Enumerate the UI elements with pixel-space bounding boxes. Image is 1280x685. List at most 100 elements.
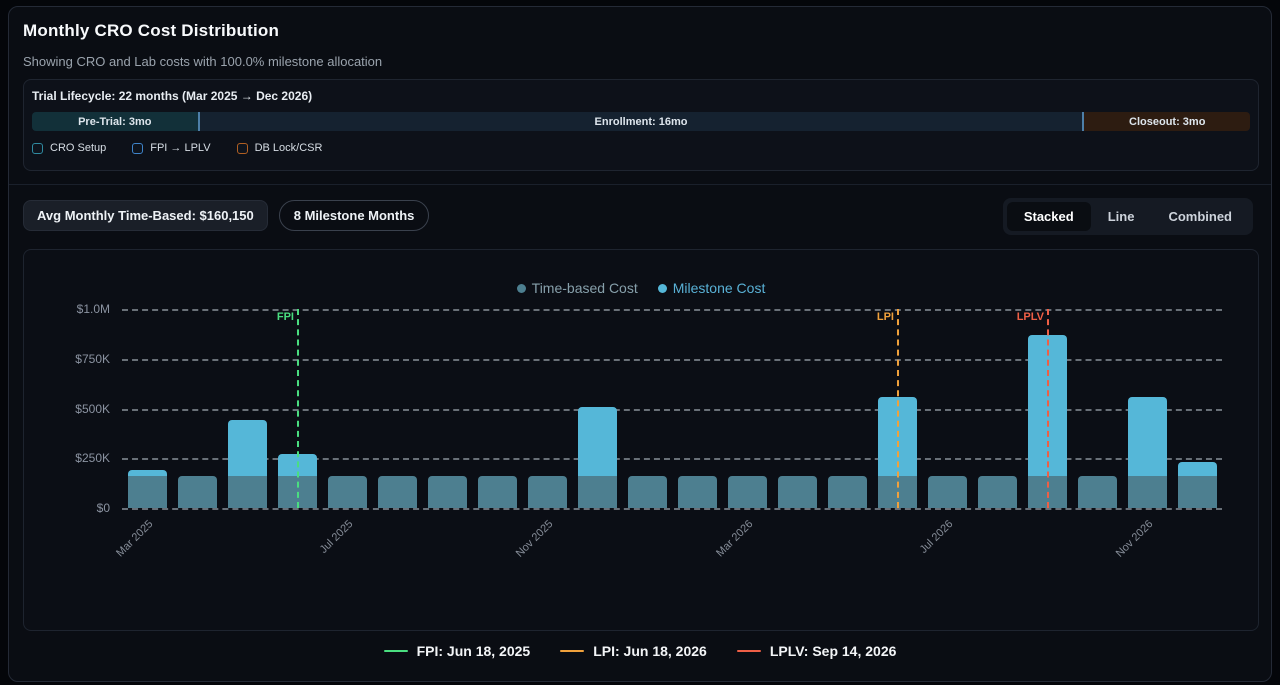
- legend-swatch-icon: [32, 143, 43, 154]
- bar-may-2025[interactable]: [222, 309, 272, 508]
- view-toggle-line[interactable]: Line: [1091, 202, 1152, 231]
- legend-swatch-icon: [237, 143, 248, 154]
- series-dot-icon: [517, 284, 526, 293]
- bar-jan-2026[interactable]: [622, 309, 672, 508]
- x-axis-tick-label: Jul 2025: [318, 518, 356, 556]
- time-based-segment: [1078, 476, 1117, 508]
- plot-area: FPI LPI LPLV: [122, 309, 1222, 508]
- bar-jul-2026[interactable]: [922, 309, 972, 508]
- series-legend-item: Time-based Cost: [517, 280, 638, 296]
- time-based-segment: [478, 476, 517, 508]
- view-toggle-combined[interactable]: Combined: [1151, 202, 1249, 231]
- series-label: Milestone Cost: [673, 280, 766, 296]
- fpi-date-legend-item: FPI: Jun 18, 2025: [384, 643, 531, 659]
- main-card: Monthly CRO Cost Distribution Showing CR…: [8, 6, 1272, 682]
- time-based-segment: [578, 476, 617, 508]
- bar-aug-2026[interactable]: [972, 309, 1022, 508]
- time-based-segment: [428, 476, 467, 508]
- x-axis-tick-label: Jul 2026: [918, 518, 956, 556]
- x-axis-tick-label: Nov 2025: [514, 518, 556, 560]
- page-subtitle: Showing CRO and Lab costs with 100.0% mi…: [23, 54, 382, 69]
- time-based-segment: [328, 476, 367, 508]
- milestone-segment: [1128, 397, 1167, 477]
- lifecycle-segment: Closeout: 3mo: [1084, 112, 1250, 131]
- x-axis-tick-label: Mar 2025: [114, 518, 155, 559]
- line-swatch-icon: [737, 650, 761, 653]
- legend-swatch-icon: [132, 143, 143, 154]
- lifecycle-timeline-bar: Pre-Trial: 3moEnrollment: 16moCloseout: …: [32, 112, 1250, 131]
- milestone-date-label: LPI: Jun 18, 2026: [593, 643, 707, 659]
- x-axis-tick-label: Mar 2026: [714, 518, 755, 559]
- time-based-segment: [828, 476, 867, 508]
- lifecycle-segment: Pre-Trial: 3mo: [32, 112, 200, 131]
- lifecycle-legend-item: FPI → LPLV: [132, 142, 210, 154]
- bar-jul-2025[interactable]: [322, 309, 372, 508]
- time-based-segment: [228, 476, 267, 508]
- time-based-segment: [1128, 476, 1167, 508]
- bar-apr-2026[interactable]: [772, 309, 822, 508]
- bar-may-2026[interactable]: [822, 309, 872, 508]
- time-based-segment: [928, 476, 967, 508]
- bar-nov-2026[interactable]: [1122, 309, 1172, 508]
- milestone-segment: [228, 420, 267, 476]
- line-swatch-icon: [560, 650, 584, 653]
- fpi-milestone-label: FPI: [277, 311, 294, 323]
- lplv-date-legend-item: LPLV: Sep 14, 2026: [737, 643, 897, 659]
- bar-oct-2025[interactable]: [472, 309, 522, 508]
- bar-sep-2025[interactable]: [422, 309, 472, 508]
- line-swatch-icon: [384, 650, 408, 653]
- lifecycle-legend-item: DB Lock/CSR: [237, 142, 323, 154]
- time-based-segment: [778, 476, 817, 508]
- time-based-segment: [628, 476, 667, 508]
- legend-label: CRO Setup: [50, 142, 106, 154]
- fpi-milestone-line: FPI: [297, 309, 299, 508]
- bar-aug-2025[interactable]: [372, 309, 422, 508]
- time-based-segment: [378, 476, 417, 508]
- chart-series-legend: Time-based Cost Milestone Cost: [24, 280, 1258, 296]
- avg-monthly-badge: Avg Monthly Time-Based: $160,150: [23, 200, 268, 231]
- bar-dec-2026[interactable]: [1172, 309, 1222, 508]
- gridline: [122, 508, 1222, 510]
- chart-view-toggle: StackedLineCombined: [1003, 198, 1253, 235]
- time-based-segment: [1178, 476, 1217, 508]
- view-toggle-stacked[interactable]: Stacked: [1007, 202, 1091, 231]
- bar-feb-2026[interactable]: [672, 309, 722, 508]
- legend-label: FPI → LPLV: [150, 142, 210, 154]
- y-axis-tick-label: $250K: [24, 451, 110, 465]
- section-divider: [9, 184, 1271, 185]
- bar-nov-2025[interactable]: [522, 309, 572, 508]
- bar-apr-2025[interactable]: [172, 309, 222, 508]
- stats-row: Avg Monthly Time-Based: $160,150 8 Miles…: [23, 200, 429, 231]
- series-label: Time-based Cost: [532, 280, 638, 296]
- bar-mar-2025[interactable]: [122, 309, 172, 508]
- milestone-date-legend: FPI: Jun 18, 2025 LPI: Jun 18, 2026 LPLV: …: [9, 643, 1271, 659]
- milestone-segment: [128, 470, 167, 476]
- lpi-milestone-label: LPI: [877, 311, 894, 323]
- milestone-date-label: LPLV: Sep 14, 2026: [770, 643, 897, 659]
- y-axis-tick-label: $500K: [24, 402, 110, 416]
- time-based-segment: [128, 476, 167, 508]
- milestone-segment: [1178, 462, 1217, 476]
- lplv-milestone-line: LPLV: [1047, 309, 1049, 508]
- time-based-segment: [178, 476, 217, 508]
- bar-dec-2025[interactable]: [572, 309, 622, 508]
- y-axis-tick-label: $750K: [24, 352, 110, 366]
- milestone-date-label: FPI: Jun 18, 2025: [417, 643, 531, 659]
- time-based-segment: [528, 476, 567, 508]
- bar-mar-2026[interactable]: [722, 309, 772, 508]
- lplv-milestone-label: LPLV: [1017, 311, 1044, 323]
- chart-panel: Time-based Cost Milestone Cost FPI LPI LPLV…: [23, 249, 1259, 631]
- lifecycle-legend-item: CRO Setup: [32, 142, 106, 154]
- lifecycle-legend: CRO Setup FPI → LPLV DB Lock/CSR: [32, 142, 1250, 154]
- series-dot-icon: [658, 284, 667, 293]
- bar-oct-2026[interactable]: [1072, 309, 1122, 508]
- series-legend-item: Milestone Cost: [658, 280, 766, 296]
- lpi-date-legend-item: LPI: Jun 18, 2026: [560, 643, 707, 659]
- time-based-segment: [978, 476, 1017, 508]
- time-based-segment: [678, 476, 717, 508]
- trial-lifecycle-panel: Trial Lifecycle: 22 months (Mar 2025 → D…: [23, 79, 1259, 171]
- milestone-segment: [578, 407, 617, 477]
- lpi-milestone-line: LPI: [897, 309, 899, 508]
- milestone-months-badge: 8 Milestone Months: [279, 200, 430, 231]
- lifecycle-title: Trial Lifecycle: 22 months (Mar 2025 → D…: [32, 89, 1250, 103]
